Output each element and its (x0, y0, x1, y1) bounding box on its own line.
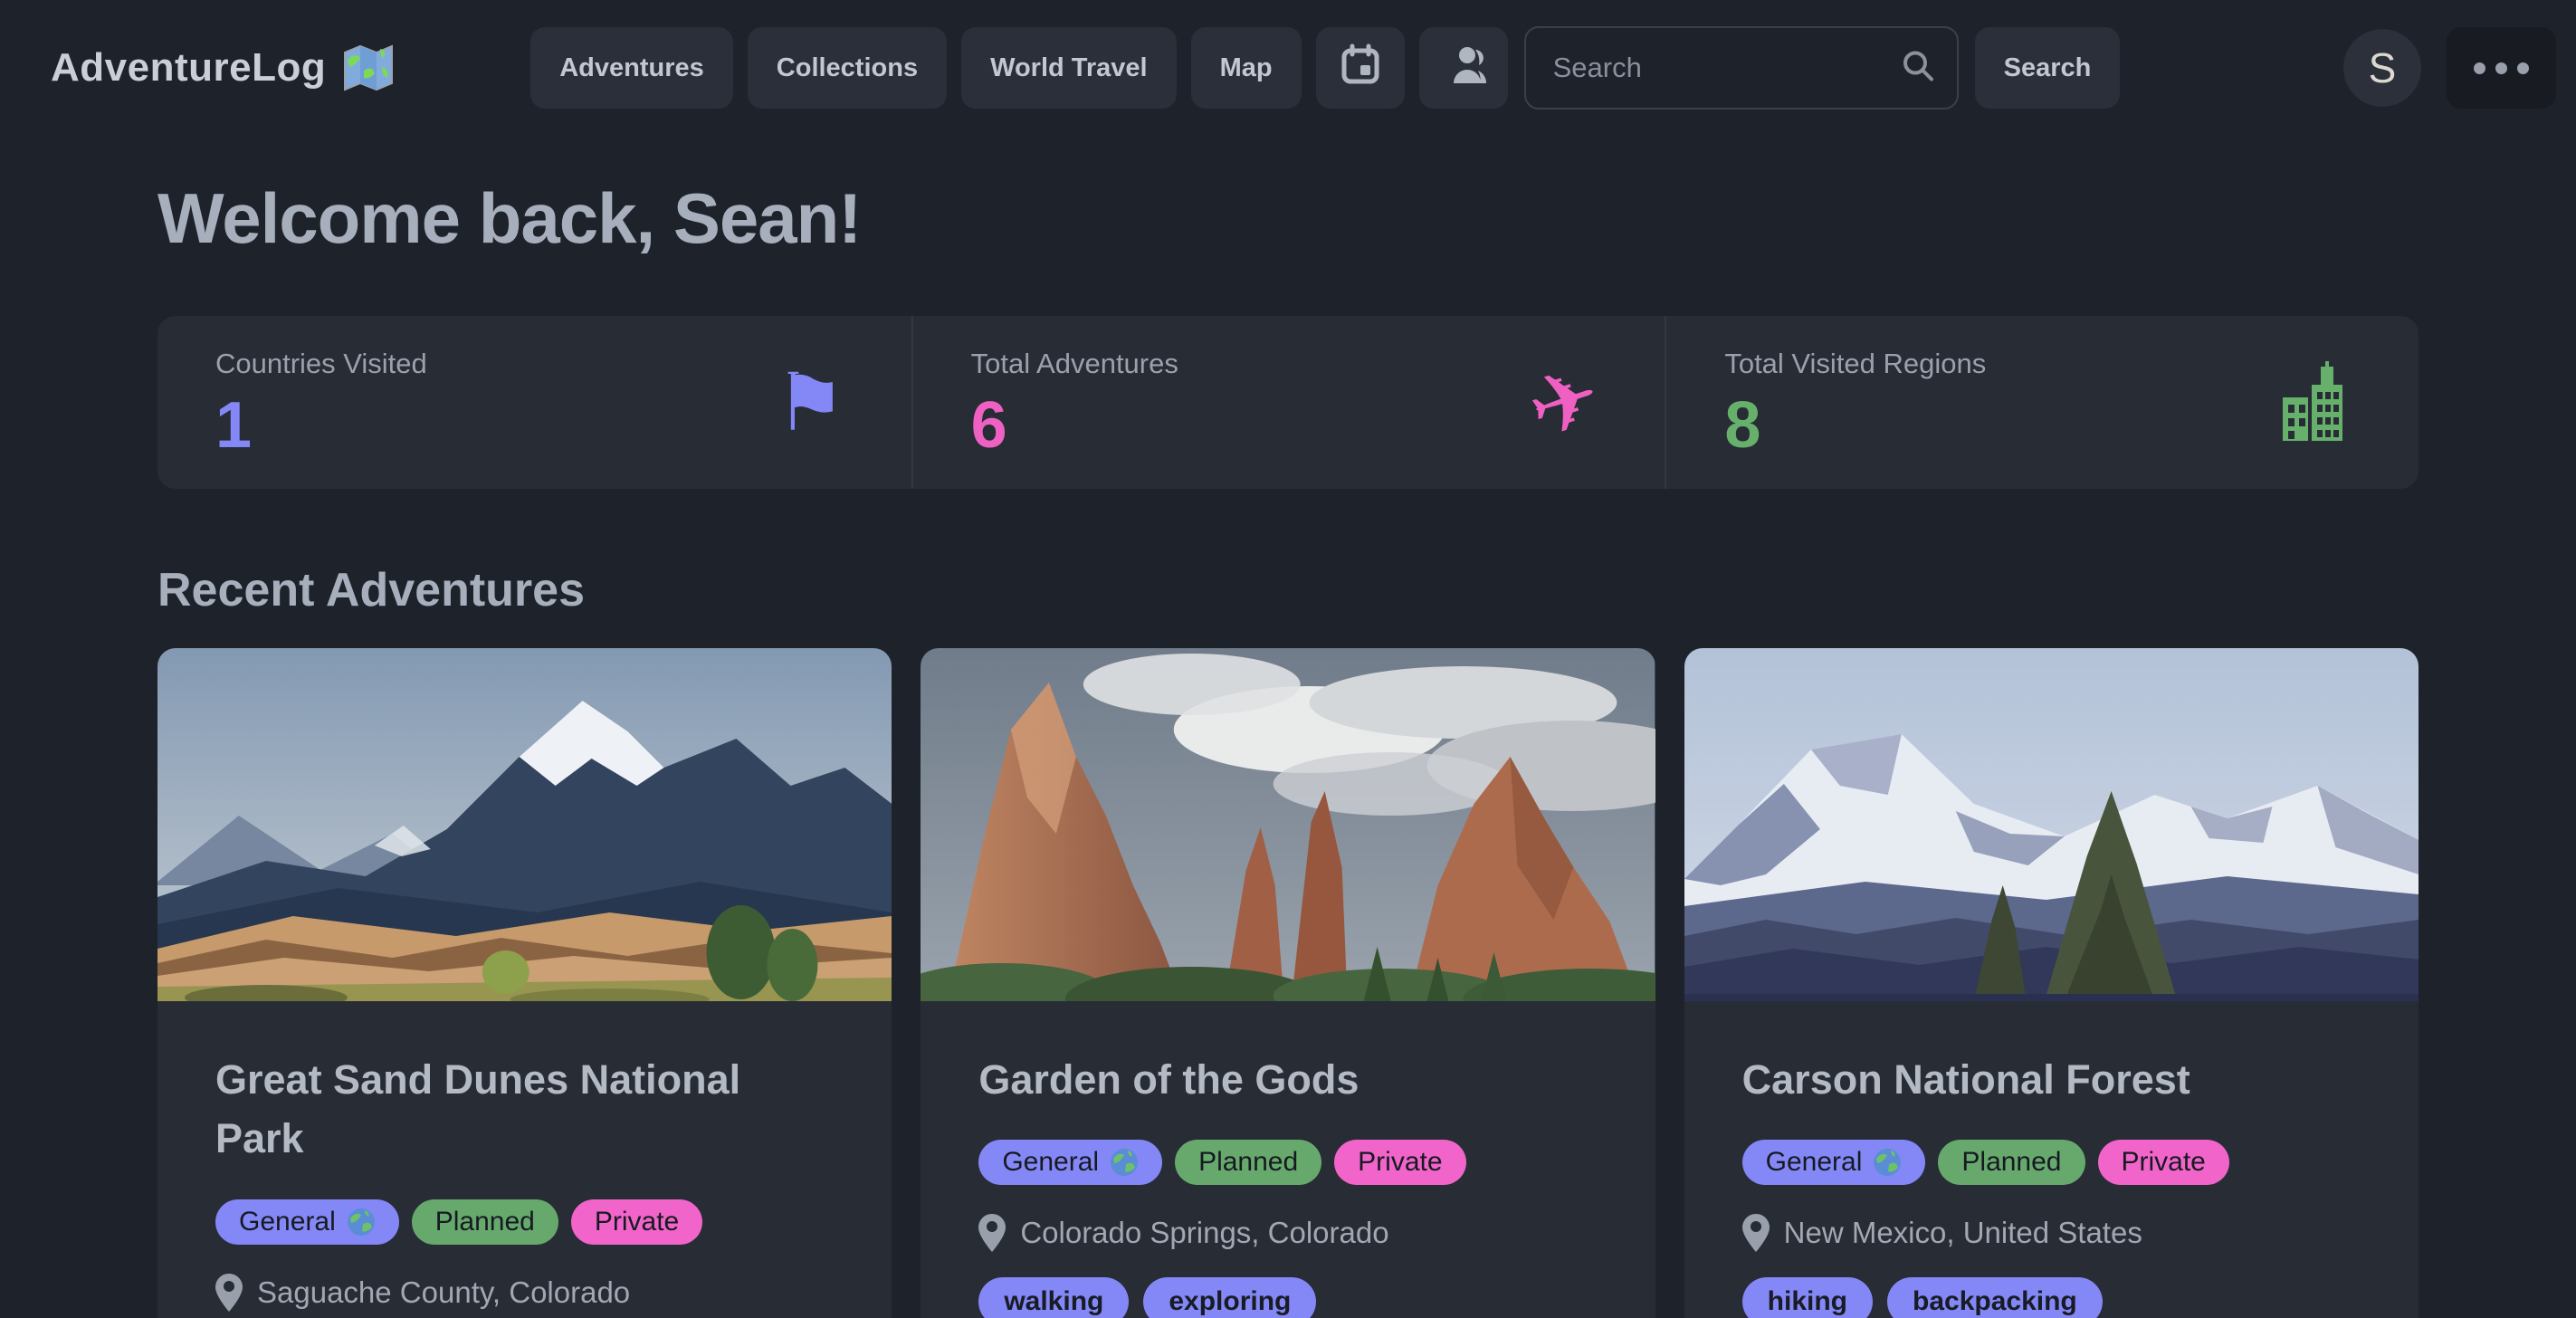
stat-countries-visited: Countries Visited 1 ⚑ (157, 316, 911, 489)
stat-label: Total Visited Regions (1724, 348, 2361, 380)
earth-icon (1873, 1148, 1902, 1177)
card-body: Garden of the Gods General Planned Priva… (921, 1001, 1655, 1318)
badge-general: General (1742, 1140, 1926, 1185)
badge-row: General Planned Private (978, 1140, 1597, 1185)
card-body: Carson National Forest General Planned P… (1684, 1001, 2419, 1318)
location-pin-icon (978, 1214, 1006, 1252)
badge-general: General (215, 1199, 399, 1245)
location-row: Colorado Springs, Colorado (978, 1214, 1597, 1252)
location-text: Saguache County, Colorado (257, 1275, 630, 1310)
main-content: Welcome back, Sean! Countries Visited 1 … (157, 177, 2419, 1318)
card-photo-rock-spires (921, 648, 1655, 1001)
ellipsis-icon (2474, 62, 2529, 74)
card-title[interactable]: Carson National Forest (1742, 1050, 2361, 1109)
badge-general: General (978, 1140, 1162, 1185)
stat-value: 1 (215, 393, 854, 458)
badge-planned: Planned (1938, 1140, 2085, 1185)
card-photo-sand-dunes (157, 648, 892, 1001)
badge-row: General Planned Private (215, 1199, 834, 1245)
search (1524, 26, 1959, 110)
primary-nav: Adventures Collections World Travel Map (530, 27, 1507, 109)
location-row: New Mexico, United States (1742, 1214, 2361, 1252)
adventure-card[interactable]: Carson National Forest General Planned P… (1684, 648, 2419, 1318)
tag-row: walking exploring (978, 1277, 1597, 1318)
map-logo-icon (342, 43, 395, 92)
badge-planned: Planned (412, 1199, 558, 1245)
avatar[interactable]: S (2343, 29, 2421, 107)
brand[interactable]: AdventureLog (51, 43, 395, 92)
location-pin-icon (1742, 1214, 1770, 1252)
nav-item-collections[interactable]: Collections (748, 27, 947, 109)
page-title: Welcome back, Sean! (157, 177, 2419, 260)
tag: backpacking (1887, 1277, 2103, 1318)
search-icon (1901, 49, 1935, 88)
stats-panel: Countries Visited 1 ⚑ Total Adventures 6… (157, 316, 2419, 489)
stat-value: 6 (971, 393, 1608, 458)
location-pin-icon (215, 1274, 243, 1312)
adventure-card[interactable]: Great Sand Dunes National Park General P… (157, 648, 892, 1318)
nav-item-map[interactable]: Map (1191, 27, 1302, 109)
adventure-card[interactable]: Garden of the Gods General Planned Priva… (921, 648, 1655, 1318)
location-row: Saguache County, Colorado (215, 1274, 834, 1312)
stat-total-adventures: Total Adventures 6 ✈ (911, 316, 1665, 489)
tag: hiking (1742, 1277, 1873, 1318)
stat-label: Countries Visited (215, 348, 854, 380)
tag: walking (978, 1277, 1129, 1318)
city-icon (2277, 361, 2353, 444)
users-icon (1441, 45, 1486, 91)
tag-row: hiking backpacking (1742, 1277, 2361, 1318)
search-button[interactable]: Search (1975, 27, 2121, 109)
avatar-initial: S (2369, 43, 2397, 92)
earth-icon (347, 1208, 376, 1237)
location-text: Colorado Springs, Colorado (1020, 1216, 1388, 1250)
card-title[interactable]: Garden of the Gods (978, 1050, 1597, 1109)
users-button[interactable] (1419, 27, 1508, 109)
search-input[interactable] (1524, 26, 1959, 110)
nav-item-adventures[interactable]: Adventures (530, 27, 733, 109)
nav-item-world-travel[interactable]: World Travel (961, 27, 1177, 109)
card-title[interactable]: Great Sand Dunes National Park (215, 1050, 834, 1169)
stat-value: 8 (1724, 393, 2361, 458)
earth-icon (1110, 1148, 1139, 1177)
badge-planned: Planned (1175, 1140, 1321, 1185)
card-photo-snowy-mountains (1684, 648, 2419, 1001)
calendar-icon (1340, 43, 1380, 92)
section-title: Recent Adventures (157, 563, 2419, 617)
tag: exploring (1143, 1277, 1316, 1318)
card-body: Great Sand Dunes National Park General P… (157, 1001, 892, 1318)
calendar-button[interactable] (1316, 27, 1405, 109)
stat-total-visited-regions: Total Visited Regions 8 (1665, 316, 2419, 489)
badge-row: General Planned Private (1742, 1140, 2361, 1185)
stat-label: Total Adventures (971, 348, 1608, 380)
brand-name: AdventureLog (51, 45, 326, 91)
badge-private: Private (1334, 1140, 1465, 1185)
overflow-menu-button[interactable] (2447, 27, 2556, 109)
flag-icon: ⚑ (775, 363, 846, 443)
badge-private: Private (2098, 1140, 2229, 1185)
plane-icon: ✈ (1530, 361, 1599, 444)
recent-adventures-grid: Great Sand Dunes National Park General P… (157, 648, 2419, 1318)
location-text: New Mexico, United States (1784, 1216, 2142, 1250)
navbar: AdventureLog Adventures Collections Worl… (0, 0, 2576, 136)
badge-private: Private (571, 1199, 702, 1245)
